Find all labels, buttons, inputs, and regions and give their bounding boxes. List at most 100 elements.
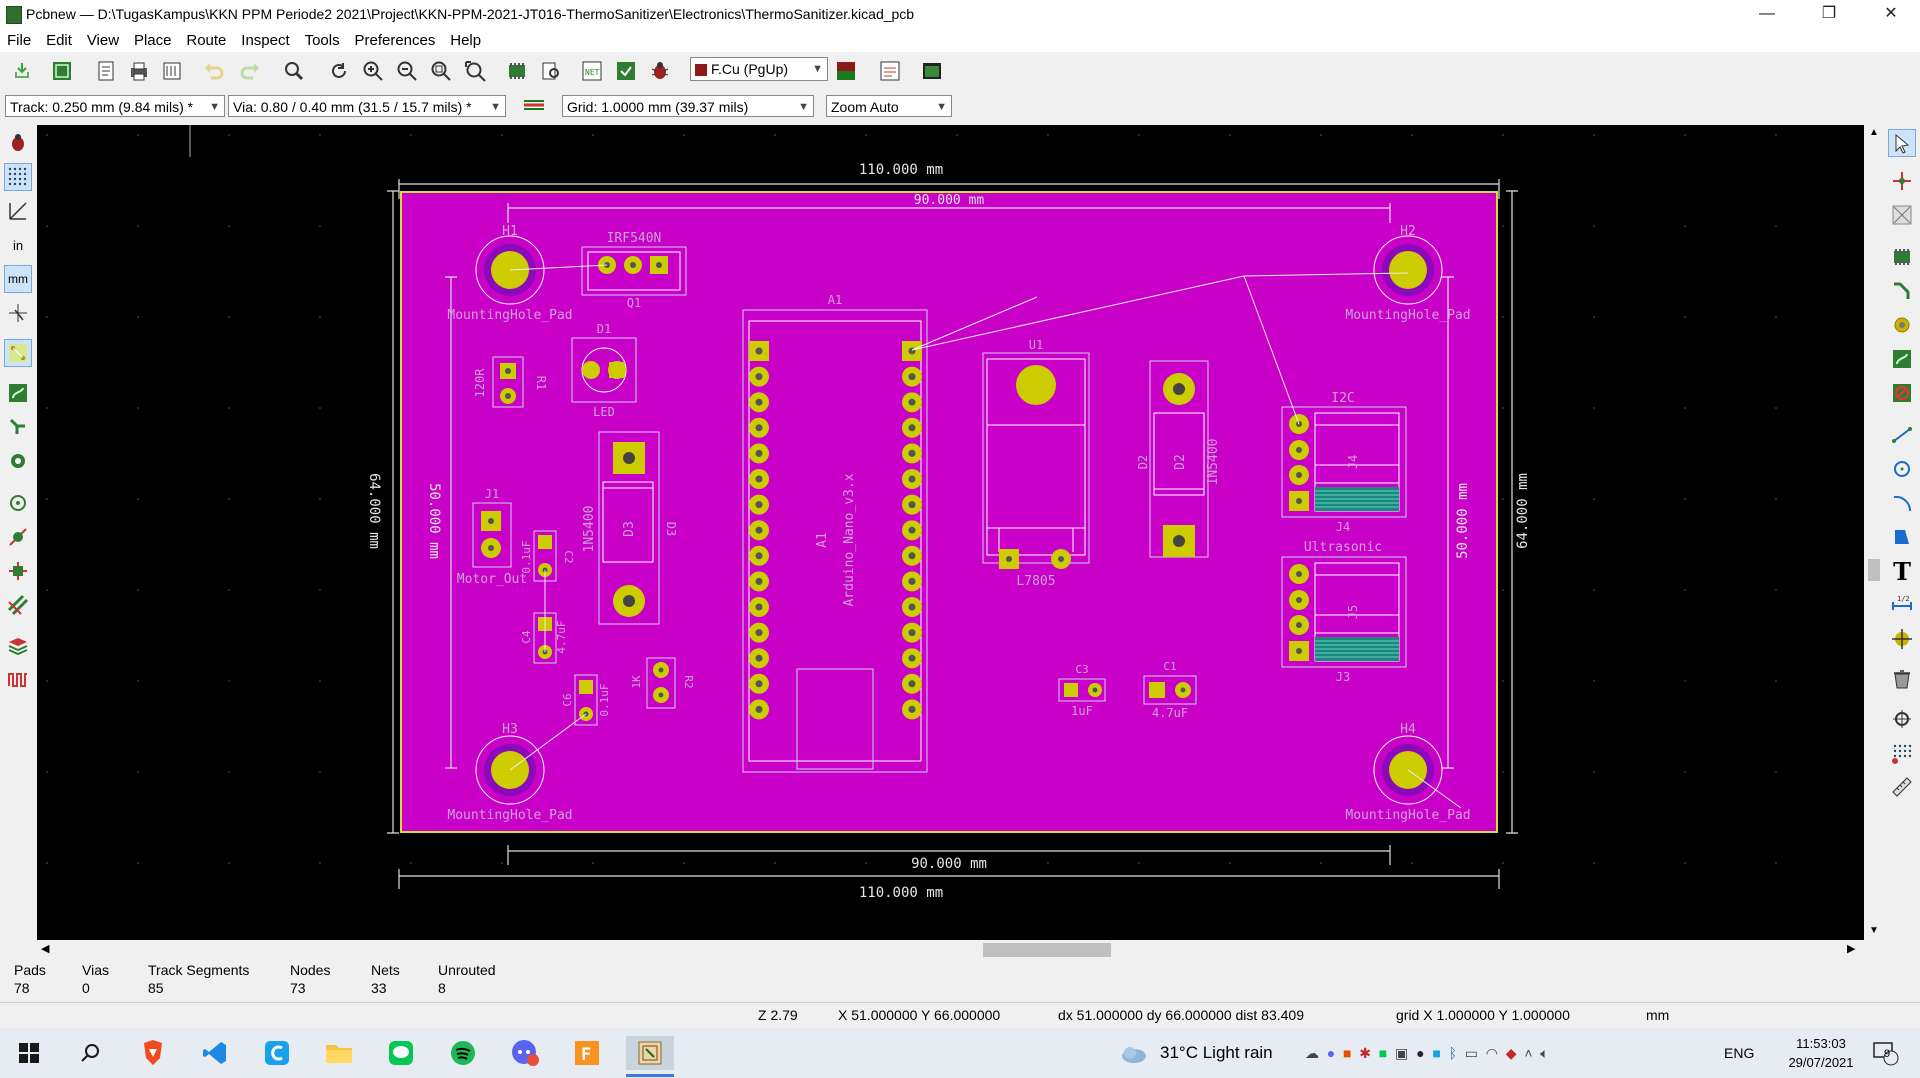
board-setup-icon[interactable] [48,57,76,85]
tray-app2-icon[interactable]: ✱ [1359,1045,1371,1061]
line-app-icon[interactable] [384,1036,418,1070]
redo-icon[interactable] [236,57,264,85]
local-ratsnest-icon[interactable] [1888,201,1916,229]
pad-outline-icon[interactable] [4,489,32,517]
mm-units-icon[interactable]: mm [4,265,32,293]
horizontal-scrollbar[interactable]: ◀ ▶ [37,940,1864,960]
contrast-mode-icon[interactable] [4,591,32,619]
pcb-canvas[interactable]: 110.000 mm 90.000 mm 90.000 mm 110.000 m… [37,125,1864,940]
page-settings-icon[interactable] [92,57,120,85]
layer-pair-icon[interactable] [832,57,860,85]
save-icon[interactable] [8,57,36,85]
spotify-icon[interactable] [446,1036,480,1070]
notification-center-icon[interactable]: 9 [1868,1036,1902,1070]
keepout-icon[interactable] [1888,379,1916,407]
netlist-icon[interactable]: NET [578,57,606,85]
via-size-select[interactable]: Via: 0.80 / 0.40 mm (31.5 / 15.7 mils) *… [228,95,506,117]
plot-icon[interactable] [158,57,186,85]
discord-tray-icon[interactable]: ● [1327,1045,1335,1061]
track-width-select[interactable]: Track: 0.250 mm (9.84 mils) * ▼ [5,95,225,117]
battery-icon[interactable]: ▭ [1465,1045,1478,1061]
python-console-icon[interactable] [918,57,946,85]
zoom-select[interactable]: Zoom Auto ▼ [826,95,952,117]
add-circle-icon[interactable] [1888,455,1916,483]
microwave-icon[interactable] [4,665,32,693]
add-line-icon[interactable] [1888,421,1916,449]
menu-help[interactable]: Help [446,30,485,51]
close-button[interactable]: ✕ [1868,0,1914,30]
drc-bug-icon[interactable] [646,57,674,85]
horizontal-scroll-thumb[interactable] [983,943,1111,957]
start-icon[interactable] [12,1036,46,1070]
weather-cloud-icon[interactable] [1120,1028,1150,1078]
highlight-net-icon[interactable] [1888,167,1916,195]
wifi-icon[interactable]: ◠ [1486,1045,1498,1061]
menu-inspect[interactable]: Inspect [237,30,293,51]
search-icon[interactable] [74,1036,108,1070]
add-zone-icon[interactable] [1888,345,1916,373]
zoom-in-icon[interactable] [359,57,387,85]
add-polygon-icon[interactable] [1888,523,1916,551]
zoom-area-icon[interactable] [461,57,489,85]
menu-file[interactable]: File [3,30,35,51]
menu-route[interactable]: Route [182,30,230,51]
grid-select[interactable]: Grid: 1.0000 mm (39.37 mils) ▼ [562,95,814,117]
drc-marker-icon[interactable] [4,129,32,157]
add-via-icon[interactable] [1888,311,1916,339]
add-text-icon[interactable]: T [1888,557,1916,586]
scroll-right-icon[interactable]: ▶ [1847,942,1855,955]
system-tray-icons[interactable]: ☁ ● ■ ✱ ■ ▣ ● ■ ᛒ ▭ ◠ ◆ ˄ 🔈︎ [1305,1028,1549,1078]
select-icon[interactable] [1888,129,1916,157]
brave-icon[interactable] [136,1036,170,1070]
add-arc-icon[interactable] [1888,489,1916,517]
scripting-icon[interactable] [876,57,904,85]
show-hidden-icon[interactable]: ˄ [1524,1045,1532,1061]
vertical-scroll-thumb[interactable] [1868,559,1880,581]
track-outline-icon[interactable] [4,413,32,441]
tray-app-icon[interactable]: ■ [1343,1045,1351,1061]
fusion-icon[interactable]: F [570,1036,604,1070]
add-footprint-icon[interactable] [1888,243,1916,271]
scroll-left-icon[interactable]: ◀ [41,942,49,955]
minimize-button[interactable]: — [1744,0,1790,30]
via-outline-icon[interactable] [4,447,32,475]
line-tray-icon[interactable]: ■ [1379,1045,1387,1061]
scroll-down-icon[interactable]: ▼ [1869,925,1879,936]
maximize-button[interactable]: ❐ [1806,0,1852,30]
tray-app4-icon[interactable]: ■ [1432,1045,1440,1061]
layers-icon[interactable] [4,631,32,659]
add-target-icon[interactable] [1888,625,1916,653]
inch-units-icon[interactable]: in [4,231,32,259]
antivirus-icon[interactable]: ◆ [1506,1045,1517,1061]
full-cursor-icon[interactable] [4,299,32,327]
footprint-editor-icon[interactable] [503,57,531,85]
layer-select[interactable]: F.Cu (PgUp) ▼ [690,57,828,81]
bluetooth-icon[interactable]: ᛒ [1449,1045,1457,1061]
language-indicator[interactable]: ENG [1724,1028,1754,1078]
menu-place[interactable]: Place [130,30,176,51]
ccleaner-icon[interactable] [260,1036,294,1070]
mounting-hole-h2[interactable] [1373,235,1443,305]
polar-coords-icon[interactable] [4,197,32,225]
zone-outline-icon[interactable] [4,557,32,585]
grid-origin-icon[interactable] [1888,739,1916,767]
auto-track-width-icon[interactable] [520,91,548,119]
route-track-icon[interactable] [1888,277,1916,305]
discord-icon[interactable] [508,1036,542,1070]
zoom-out-icon[interactable] [393,57,421,85]
menu-preferences[interactable]: Preferences [350,30,439,51]
scroll-up-icon[interactable]: ▲ [1869,127,1879,138]
update-pcb-icon[interactable] [612,57,640,85]
footprint-browser-icon[interactable] [537,57,565,85]
menu-tools[interactable]: Tools [301,30,344,51]
vscode-icon[interactable] [198,1036,232,1070]
zone-fill-icon[interactable] [4,379,32,407]
tray-app3-icon[interactable]: ▣ [1395,1045,1408,1061]
menu-view[interactable]: View [83,30,123,51]
vertical-scrollbar[interactable]: ▲ ▼ [1864,125,1884,940]
add-dimension-icon[interactable]: 1/2 [1888,591,1916,619]
menu-edit[interactable]: Edit [42,30,76,51]
find-icon[interactable] [280,57,308,85]
cloud-icon[interactable]: ☁ [1305,1045,1319,1061]
net-highlight-icon[interactable] [4,523,32,551]
